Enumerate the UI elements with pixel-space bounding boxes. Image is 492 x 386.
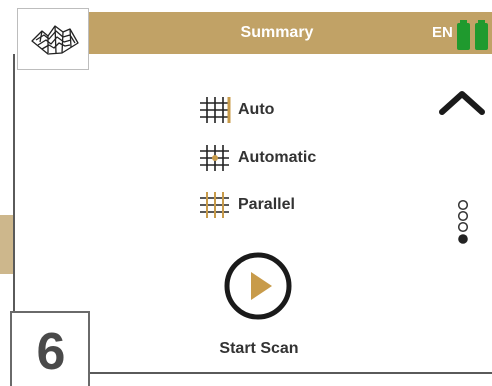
scroll-up-button[interactable] xyxy=(436,82,488,122)
grid-automatic-icon xyxy=(200,145,229,171)
page-title: Summary xyxy=(240,24,314,41)
step-number: 6 xyxy=(36,323,66,381)
battery-icon xyxy=(457,20,470,50)
chevron-up-icon xyxy=(439,91,485,115)
battery-icon xyxy=(475,20,488,50)
mode-label: Automatic xyxy=(238,149,317,166)
page-dot-active xyxy=(458,234,468,244)
terrain-logo-icon xyxy=(31,25,79,55)
logo xyxy=(17,8,89,70)
page-indicator xyxy=(455,194,471,256)
play-icon xyxy=(224,252,292,320)
page-dot xyxy=(457,210,469,222)
page-dot xyxy=(457,221,469,233)
page-dot xyxy=(457,199,469,211)
start-scan-label[interactable]: Start Scan xyxy=(190,340,328,358)
mode-label: Parallel xyxy=(238,196,295,213)
start-scan-button[interactable] xyxy=(222,250,294,322)
mode-label: Auto xyxy=(238,101,275,118)
grid-auto-icon xyxy=(200,97,231,123)
grid-parallel-icon xyxy=(200,192,229,218)
language-selector[interactable]: EN xyxy=(432,12,453,54)
step-number-box: 6 xyxy=(10,311,90,386)
